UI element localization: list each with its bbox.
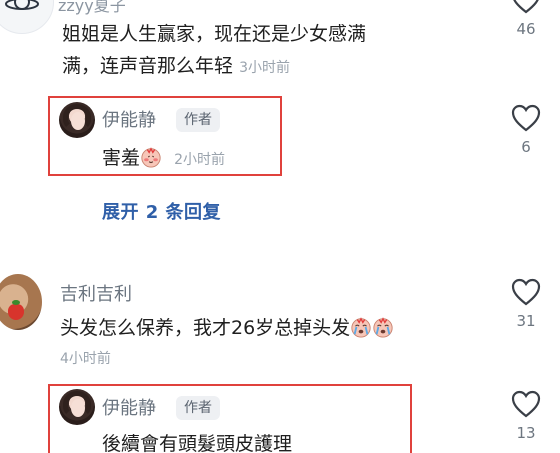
comment-time: 3小时前 [239, 60, 290, 76]
comment-text: 姐姐是人生赢家，现在还是少女感满 满，连声音那么年轻 3小时前 [62, 18, 366, 84]
comment-text: 头发怎么保养，我才26岁总掉头发 [60, 317, 351, 339]
like-button[interactable]: 31 [506, 278, 546, 330]
author-badge: 作者 [176, 108, 220, 132]
reply-time: 2小时前 [174, 152, 225, 168]
comment-text-row: 头发怎么保养，我才26岁总掉头发 [60, 312, 394, 344]
planet-icon [5, 0, 39, 10]
like-count: 13 [516, 424, 536, 442]
reply-text: 害羞 [102, 147, 141, 169]
crying-face-emoji-icon [373, 317, 393, 338]
strawberry-icon [8, 300, 24, 320]
heart-icon [511, 278, 541, 306]
expand-replies-link[interactable]: 展开 2 条回复 [102, 198, 221, 224]
like-button[interactable]: 6 [506, 104, 546, 156]
comment-text-line: 姐姐是人生赢家，现在还是少女感满 [62, 23, 367, 45]
reply-text-row: 害羞 2小时前 [102, 142, 225, 176]
like-count: 31 [516, 312, 536, 330]
comment-text-line: 满，连声音那么年轻 3小时前 [62, 50, 366, 84]
author-avatar[interactable] [59, 102, 95, 138]
reply-text: 後續會有頭髮頭皮護理 [102, 433, 293, 453]
comment-section: zzyy夏子 姐姐是人生赢家，现在还是少女感满 满，连声音那么年轻 3小时前 4… [0, 0, 560, 453]
comment-username[interactable]: zzyy夏子 [58, 0, 126, 16]
user-avatar[interactable] [0, 274, 42, 330]
like-count: 6 [521, 138, 531, 156]
like-count: 46 [516, 20, 536, 38]
heart-icon [511, 390, 541, 418]
comment-time: 4小时前 [60, 351, 111, 367]
like-button[interactable]: 13 [506, 390, 546, 442]
heart-icon [511, 104, 541, 132]
comment-text-line: 满，连声音那么年轻 [62, 55, 234, 77]
reply-username[interactable]: 伊能静 [102, 106, 156, 132]
author-badge: 作者 [176, 396, 220, 420]
author-avatar[interactable] [59, 389, 95, 425]
crying-face-emoji-icon [351, 317, 371, 338]
heart-icon [513, 0, 539, 14]
shy-face-emoji-icon [141, 147, 161, 168]
reply-username[interactable]: 伊能静 [102, 394, 156, 420]
user-avatar[interactable] [0, 0, 54, 34]
comment-username[interactable]: 吉利吉利 [60, 280, 132, 306]
like-button[interactable]: 46 [506, 0, 546, 38]
